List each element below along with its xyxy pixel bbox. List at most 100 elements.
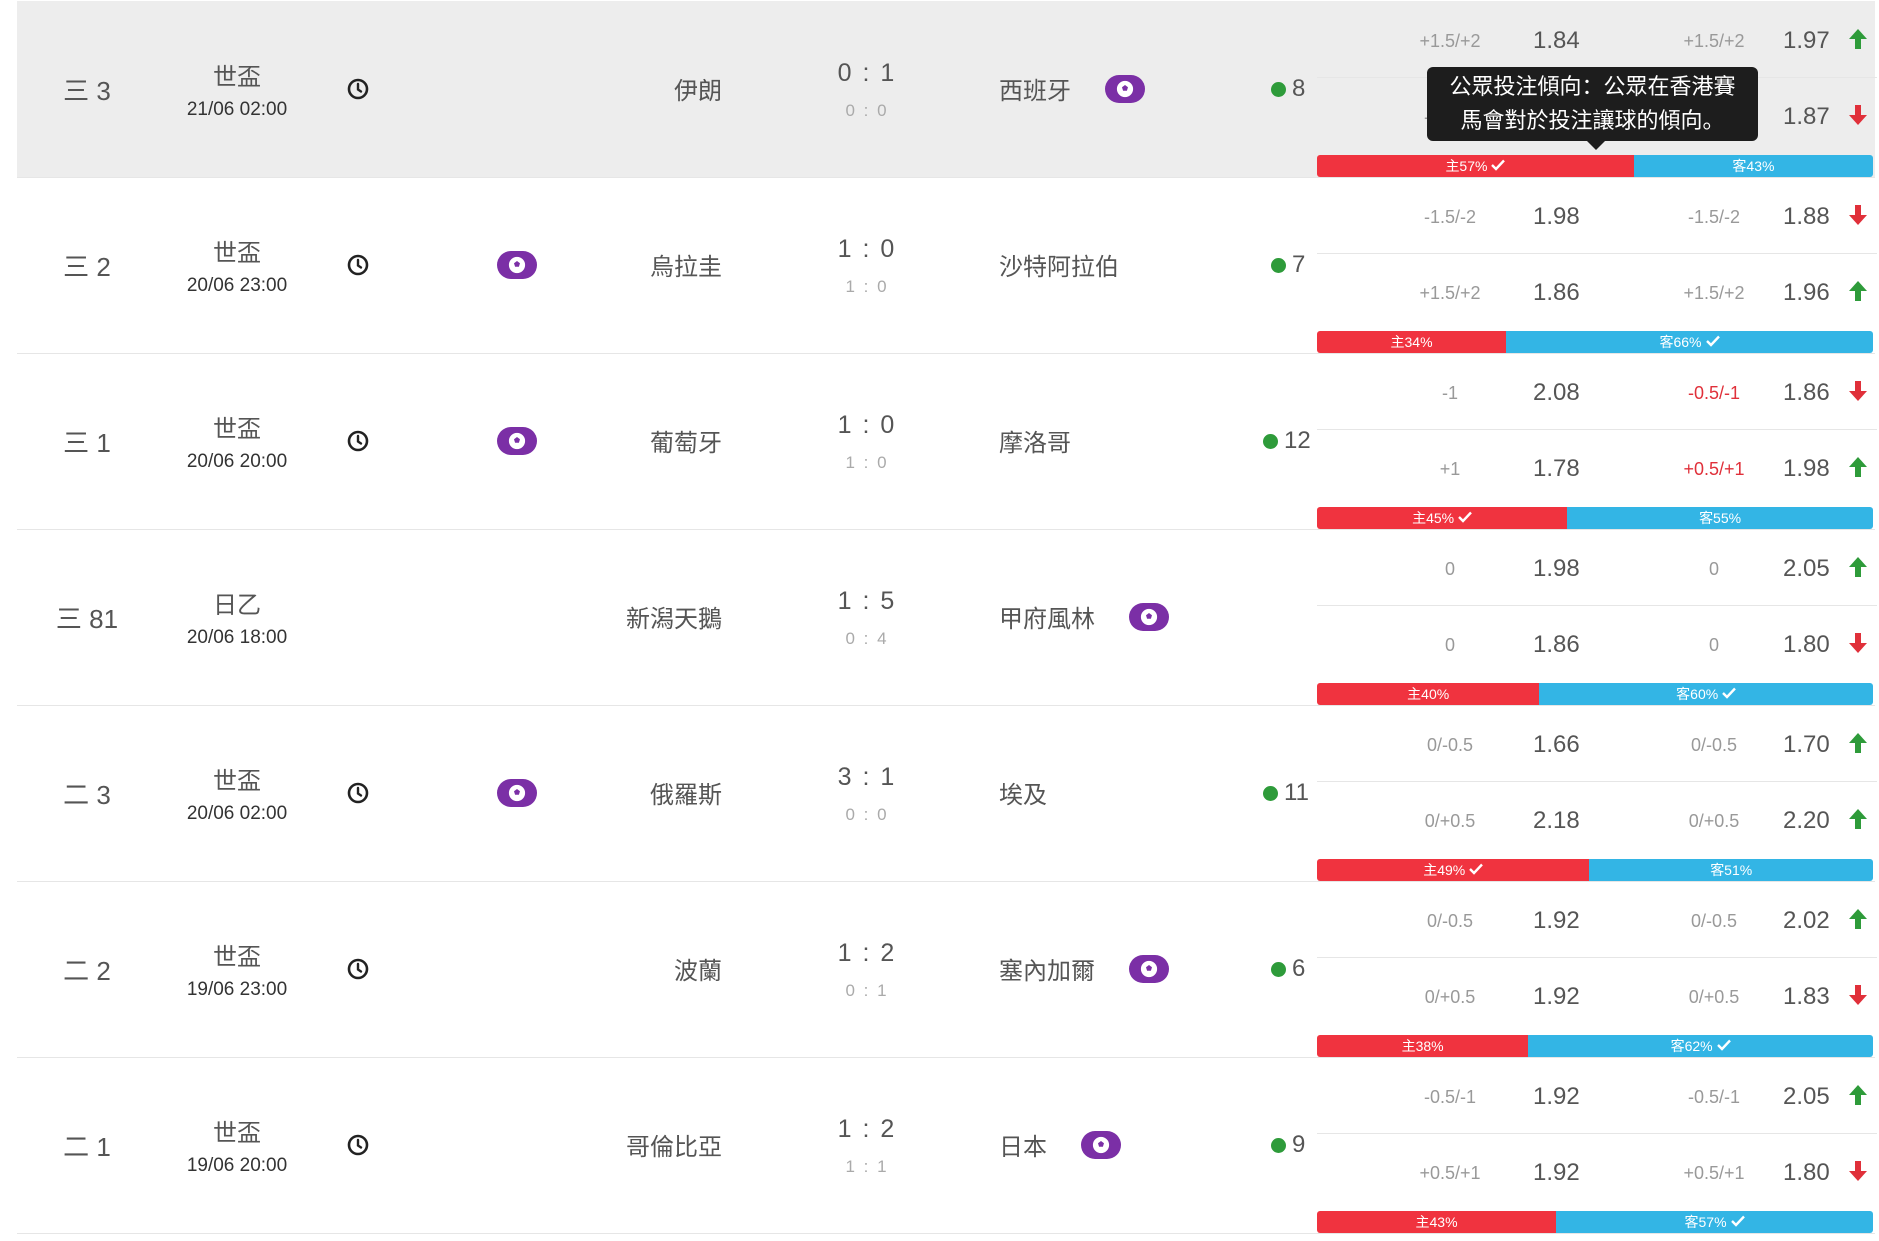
away-odds[interactable]: 1.70: [1783, 731, 1830, 759]
away-team[interactable]: 摩洛哥: [999, 423, 1159, 458]
home-team[interactable]: 葡萄牙: [557, 423, 722, 458]
away-odds[interactable]: 1.88: [1783, 203, 1830, 231]
half-time-score: 1 : 0: [845, 453, 889, 472]
full-time-score: 1 : 0: [837, 411, 897, 439]
away-odds[interactable]: 1.86: [1783, 379, 1830, 407]
home-pct-bar[interactable]: 主38%: [1317, 1035, 1529, 1057]
away-team[interactable]: 日本: [999, 1127, 1159, 1162]
home-pct-bar[interactable]: 主45%: [1317, 507, 1568, 529]
home-odds[interactable]: 2.08: [1533, 379, 1580, 407]
away-odds[interactable]: 1.97: [1783, 27, 1830, 55]
clock-icon[interactable]: [347, 1134, 369, 1156]
away-odds[interactable]: 2.20: [1783, 807, 1830, 835]
home-pct-bar[interactable]: 主34%: [1317, 331, 1507, 353]
home-team[interactable]: 哥倫比亞: [557, 1127, 722, 1162]
live-badge-icon[interactable]: [1129, 955, 1169, 983]
home-odds[interactable]: 1.84: [1533, 27, 1580, 55]
home-odds[interactable]: 1.92: [1533, 1083, 1580, 1111]
public-bet-bar[interactable]: 主45% 客55%: [1317, 507, 1873, 529]
home-pct-bar[interactable]: 主57%: [1317, 155, 1634, 177]
odds-panel: -1.5/-2 1.98 -1.5/-2 1.88 +1.5/+2 1.86 +1.5/+2…: [1317, 177, 1877, 353]
away-odds[interactable]: 1.98: [1783, 455, 1830, 483]
home-pct-bar[interactable]: 主40%: [1317, 683, 1540, 705]
away-odds[interactable]: 2.02: [1783, 907, 1830, 935]
away-odds[interactable]: 2.05: [1783, 555, 1830, 583]
live-badge-icon[interactable]: [497, 427, 537, 455]
away-odds[interactable]: 1.96: [1783, 279, 1830, 307]
match-row[interactable]: 二 1 世盃 19/06 20:00 哥倫比亞 1 : 2 1 : 1 日本 9 -0.5/-1…: [17, 1057, 1877, 1234]
away-team[interactable]: 沙特阿拉伯: [999, 247, 1159, 282]
tips-count[interactable]: 11: [1263, 779, 1309, 807]
clock-icon[interactable]: [347, 782, 369, 804]
match-code: 三 1: [63, 428, 111, 458]
tips-count[interactable]: 9: [1271, 1131, 1305, 1159]
public-bet-bar[interactable]: 主34% 客66%: [1317, 331, 1873, 353]
home-team[interactable]: 伊朗: [557, 71, 722, 106]
away-pct-bar[interactable]: 客60%: [1539, 683, 1873, 705]
away-handicap: 0: [1708, 559, 1719, 579]
match-row[interactable]: 三 81 日乙 20/06 18:00 新潟天鵝 1 : 50 : 4 甲府風林 0 1.98…: [17, 529, 1877, 706]
match-row[interactable]: 二 2 世盃 19/06 23:00 波蘭 1 : 20 : 1 塞內加爾 6 0/-0.5 1…: [17, 881, 1877, 1058]
home-odds[interactable]: 1.98: [1533, 203, 1580, 231]
home-odds[interactable]: 1.92: [1533, 1159, 1580, 1187]
clock-icon[interactable]: [347, 78, 369, 100]
home-odds[interactable]: 1.66: [1533, 731, 1580, 759]
home-pct-bar[interactable]: 主49%: [1317, 859, 1590, 881]
away-pct-bar[interactable]: 客55%: [1567, 507, 1873, 529]
arrow-up-icon: [1847, 907, 1869, 931]
arrow-down-icon: [1847, 203, 1869, 227]
arrow-down-icon: [1847, 103, 1869, 127]
away-team[interactable]: 埃及: [999, 775, 1159, 810]
live-badge-icon[interactable]: [497, 779, 537, 807]
home-odds[interactable]: 1.98: [1533, 555, 1580, 583]
clock-icon[interactable]: [347, 958, 369, 980]
public-bet-bar[interactable]: 主38% 客62%: [1317, 1035, 1873, 1057]
home-pct-bar[interactable]: 主43%: [1317, 1211, 1557, 1233]
away-pct-bar[interactable]: 客62%: [1528, 1035, 1873, 1057]
home-team[interactable]: 俄羅斯: [557, 775, 722, 810]
away-pct-bar[interactable]: 客51%: [1589, 859, 1873, 881]
check-icon: [1491, 158, 1506, 174]
tips-count[interactable]: 8: [1271, 75, 1305, 103]
home-odds[interactable]: 1.92: [1533, 907, 1580, 935]
live-badge-icon[interactable]: [497, 251, 537, 279]
live-badge-icon[interactable]: [1129, 603, 1169, 631]
away-pct-bar[interactable]: 客57%: [1556, 1211, 1873, 1233]
arrow-up-icon: [1847, 731, 1869, 755]
clock-icon[interactable]: [347, 430, 369, 452]
match-datetime: 21/06 02:00: [186, 99, 288, 120]
tips-count[interactable]: 6: [1271, 955, 1305, 983]
home-team[interactable]: 波蘭: [557, 951, 722, 986]
public-bet-bar[interactable]: 主43% 客57%: [1317, 1211, 1873, 1233]
home-team[interactable]: 新潟天鵝: [557, 599, 722, 634]
home-team[interactable]: 烏拉圭: [557, 247, 722, 282]
live-badge-icon[interactable]: [1105, 75, 1145, 103]
clock-icon[interactable]: [347, 254, 369, 276]
half-time-score: 0 : 0: [845, 101, 889, 120]
public-bet-bar[interactable]: 主49% 客51%: [1317, 859, 1873, 881]
home-pct-label: 主40%: [1407, 686, 1450, 702]
away-pct-bar[interactable]: 客43%: [1633, 155, 1873, 177]
tips-count[interactable]: 7: [1271, 251, 1305, 279]
away-odds[interactable]: 1.80: [1783, 631, 1830, 659]
odds-line: -0.5/-1 1.92 -0.5/-1 2.05: [1317, 1057, 1877, 1134]
match-row[interactable]: 二 3 世盃 20/06 02:00 俄羅斯 3 : 1 0 : 0 埃及 11 0/-0.5 1…: [17, 705, 1877, 882]
tips-count[interactable]: 12: [1263, 427, 1311, 455]
home-odds[interactable]: 1.86: [1533, 279, 1580, 307]
league-name: 世盃: [213, 768, 261, 795]
away-odds[interactable]: 2.05: [1783, 1083, 1830, 1111]
home-odds[interactable]: 1.92: [1533, 983, 1580, 1011]
away-odds[interactable]: 1.83: [1783, 983, 1830, 1011]
away-odds[interactable]: 1.80: [1783, 1159, 1830, 1187]
home-odds[interactable]: 1.78: [1533, 455, 1580, 483]
away-odds[interactable]: 1.87: [1783, 103, 1830, 131]
home-odds[interactable]: 2.18: [1533, 807, 1580, 835]
home-odds[interactable]: 1.86: [1533, 631, 1580, 659]
public-bet-bar[interactable]: 主40% 客60%: [1317, 683, 1873, 705]
match-row[interactable]: 三 1 世盃 20/06 20:00 葡萄牙 1 : 0 1 : 0 摩洛哥 12 -1 2.08…: [17, 353, 1877, 530]
home-pct-label: 主45%: [1412, 510, 1455, 526]
away-pct-bar[interactable]: 客66%: [1506, 331, 1873, 353]
match-row[interactable]: 三 2 世盃 20/06 23:00 烏拉圭 1 : 0 1 : 0 沙特阿拉伯 7 -1.5/…: [17, 177, 1877, 354]
live-badge-icon[interactable]: [1081, 1131, 1121, 1159]
public-bet-bar[interactable]: 主57% 客43%: [1317, 155, 1873, 177]
